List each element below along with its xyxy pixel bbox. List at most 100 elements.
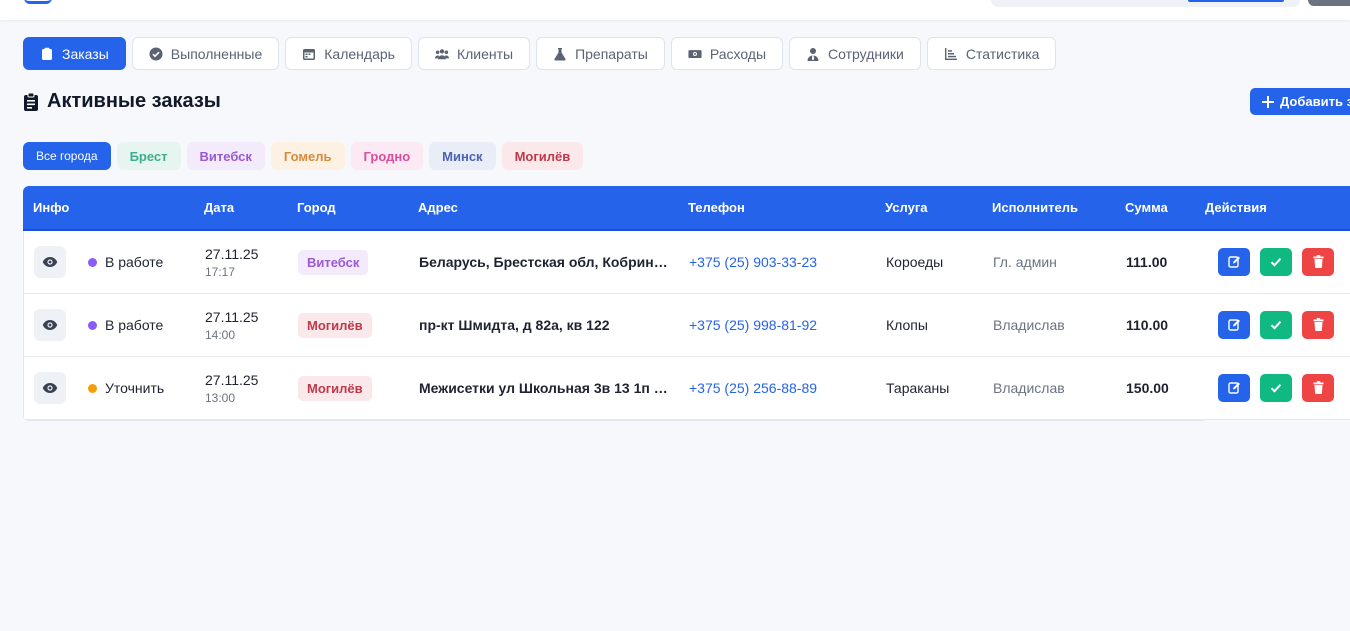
cell-sum: 150.00	[1126, 380, 1169, 396]
address-text: Беларусь, Брестская обл, Кобринский р-н	[419, 254, 669, 270]
cell-info: В работе	[24, 309, 205, 341]
city-filter-chip[interactable]: Витебск	[186, 142, 265, 170]
address-text: пр-кт Шмидта, д 82а, кв 122	[419, 317, 610, 333]
tab-chart[interactable]: Статистика	[926, 37, 1057, 70]
city-badge: Витебск	[298, 249, 369, 275]
tab-user-tie[interactable]: Сотрудники	[789, 37, 921, 70]
add-order-button[interactable]: Добавить з	[1250, 88, 1350, 115]
tab-label: Расходы	[709, 45, 767, 62]
phone-link[interactable]: +375 (25) 903-33-23	[689, 254, 817, 270]
col-date: Дата	[204, 200, 235, 215]
cell-city: Витебск	[298, 249, 419, 275]
cell-sum: 110.00	[1126, 317, 1169, 333]
cell-phone: +375 (25) 256-88-89	[689, 380, 886, 396]
orders-table: Инфо Дата Город Адрес Телефон Услуга Исп…	[23, 186, 1350, 421]
page-heading: Активные заказы	[23, 90, 221, 113]
users-icon	[434, 47, 449, 61]
user-menu-button[interactable]	[1308, 0, 1350, 6]
view-button[interactable]	[34, 309, 66, 341]
tab-label: Заказы	[62, 45, 109, 62]
tab-flask[interactable]: Препараты	[536, 37, 665, 70]
city-filter-chip[interactable]: Все города	[23, 142, 111, 170]
table-header: Инфо Дата Город Адрес Телефон Услуга Исп…	[23, 186, 1350, 231]
eye-icon	[42, 319, 58, 331]
view-button[interactable]	[34, 246, 66, 278]
edit-button[interactable]	[1218, 247, 1250, 276]
cell-phone: +375 (25) 903-33-23	[689, 254, 886, 270]
trash-icon	[1313, 255, 1324, 268]
city-filter-chip[interactable]: Гомель	[270, 142, 345, 170]
add-order-label: Добавить з	[1280, 94, 1350, 109]
city-badge: Могилёв	[298, 312, 372, 338]
flask-icon	[553, 47, 567, 61]
tab-calendar[interactable]: Календарь	[285, 37, 412, 70]
tab-label: Препараты	[575, 45, 648, 62]
check-icon	[1270, 383, 1282, 393]
city-filter-chip[interactable]: Гродно	[350, 142, 424, 170]
tab-label: Статистика	[965, 45, 1040, 62]
status-label: В работе	[105, 317, 164, 333]
col-city: Город	[297, 200, 336, 215]
phone-link[interactable]: +375 (25) 998-81-92	[689, 317, 817, 333]
delete-button[interactable]	[1302, 247, 1334, 276]
tab-label: Клиенты	[456, 45, 514, 62]
complete-button[interactable]	[1260, 310, 1292, 339]
edit-button[interactable]	[1218, 373, 1250, 402]
plus-icon	[1262, 95, 1274, 108]
cell-actions	[1206, 230, 1350, 294]
cell-date: 27.11.25 13:00	[205, 372, 298, 405]
cell-info: В работе	[24, 246, 205, 278]
tab-money[interactable]: Расходы	[670, 37, 784, 70]
cell-service: Клопы	[886, 317, 928, 333]
chart-icon	[944, 47, 958, 61]
complete-button[interactable]	[1260, 373, 1292, 402]
complete-button[interactable]	[1260, 247, 1292, 276]
edit-icon	[1227, 318, 1241, 331]
tab-clipboard[interactable]: Заказы	[23, 37, 126, 70]
city-badge: Могилёв	[298, 375, 372, 401]
edit-button[interactable]	[1218, 310, 1250, 339]
order-date: 27.11.25	[205, 371, 259, 388]
calendar-icon	[302, 47, 316, 61]
phone-link[interactable]: +375 (25) 256-88-89	[689, 380, 817, 396]
city-filter-chip[interactable]: Могилёв	[501, 142, 584, 170]
status-dot	[88, 257, 97, 267]
clipboard-icon	[24, 92, 38, 111]
search-button[interactable]	[1188, 0, 1284, 2]
tab-check-circle[interactable]: Выполненные	[131, 37, 280, 70]
cell-address: Беларусь, Брестская обл, Кобринский р-н	[419, 254, 689, 270]
check-icon	[1270, 257, 1282, 267]
city-filter-chip[interactable]: Брест	[116, 142, 181, 170]
order-date: 27.11.25	[205, 308, 259, 325]
cell-service: Тараканы	[886, 380, 950, 396]
edit-icon	[1227, 255, 1241, 268]
tab-label: Сотрудники	[828, 45, 904, 62]
order-time: 13:00	[205, 390, 236, 405]
city-filter-chip[interactable]: Минск	[429, 142, 496, 170]
cell-actions	[1206, 356, 1350, 420]
check-circle-icon	[149, 47, 163, 61]
tab-label: Выполненные	[170, 45, 263, 62]
col-address: Адрес	[418, 200, 458, 215]
tab-users[interactable]: Клиенты	[417, 37, 531, 70]
order-time: 17:17	[205, 264, 236, 279]
logo[interactable]	[24, 0, 52, 4]
cell-actions	[1206, 293, 1350, 357]
delete-button[interactable]	[1302, 373, 1334, 402]
delete-button[interactable]	[1302, 310, 1334, 339]
eye-icon	[42, 256, 58, 268]
check-icon	[1270, 320, 1282, 330]
cell-sum: 111.00	[1126, 254, 1168, 270]
trash-icon	[1313, 381, 1324, 394]
status-label: В работе	[105, 254, 164, 270]
eye-icon	[42, 382, 58, 394]
status-dot	[88, 320, 97, 330]
view-button[interactable]	[34, 372, 66, 404]
cell-phone: +375 (25) 998-81-92	[689, 317, 886, 333]
cell-executor: Владислав	[993, 380, 1065, 396]
page-title: Активные заказы	[47, 90, 221, 112]
cell-address: Межисетки ул Школьная 3в 13 1п 4 э	[419, 380, 689, 396]
address-text: Межисетки ул Школьная 3в 13 1п 4 э	[419, 380, 669, 396]
money-icon	[688, 47, 702, 61]
city-filter: Все города Брест Витебск Гомель Гродно Минск М…	[23, 142, 584, 170]
